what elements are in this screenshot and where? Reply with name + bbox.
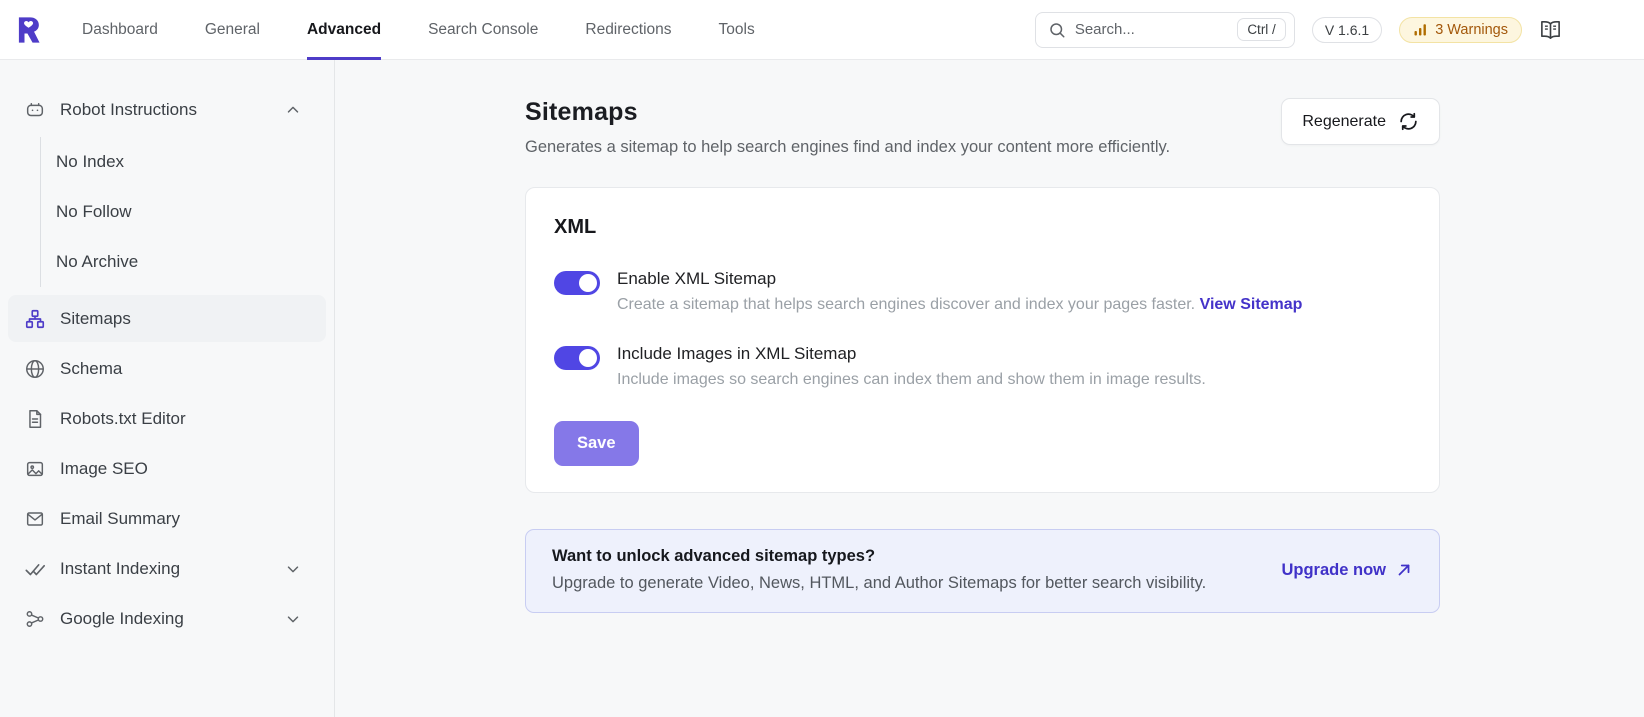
sidebar-item-schema[interactable]: Schema	[8, 345, 326, 392]
sidebar-subitem-no-follow[interactable]: No Follow	[41, 187, 326, 237]
tab-dashboard[interactable]: Dashboard	[82, 0, 158, 60]
sidebar-item-sitemaps[interactable]: Sitemaps	[8, 295, 326, 342]
save-button[interactable]: Save	[554, 421, 639, 466]
setting-label: Enable XML Sitemap	[617, 269, 777, 288]
upgrade-banner-title: Want to unlock advanced sitemap types?	[552, 547, 876, 565]
enable-xml-sitemap-toggle[interactable]	[554, 271, 600, 295]
sidebar-item-label: Google Indexing	[60, 608, 184, 628]
page-description: Generates a sitemap to help search engin…	[525, 138, 1171, 156]
upgrade-now-link[interactable]: Upgrade now	[1281, 561, 1413, 580]
setting-description: Include images so search engines can ind…	[617, 371, 1206, 388]
sitemap-icon	[24, 308, 46, 330]
rank-math-logo-icon[interactable]	[14, 16, 42, 44]
arrow-up-right-icon	[1395, 561, 1413, 579]
document-icon	[24, 408, 46, 430]
view-sitemap-link[interactable]: View Sitemap	[1200, 296, 1303, 313]
sidebar-item-label: Image SEO	[60, 458, 148, 478]
sidebar: Robot Instructions No Index No Follow No…	[0, 60, 335, 717]
globe-icon	[24, 358, 46, 380]
version-badge: V 1.6.1	[1311, 16, 1383, 43]
chevron-down-icon	[284, 560, 302, 578]
main-nav: Dashboard General Advanced Search Consol…	[82, 0, 755, 60]
setting-description: Create a sitemap that helps search engin…	[617, 296, 1196, 313]
sidebar-item-instant-indexing[interactable]: Instant Indexing	[8, 545, 326, 592]
toggle-knob	[579, 349, 597, 367]
search-icon	[1048, 21, 1066, 39]
upgrade-banner: Want to unlock advanced sitemap types? U…	[525, 529, 1440, 613]
signal-bars-icon	[1413, 22, 1428, 37]
mail-icon	[24, 508, 46, 530]
sidebar-item-label: Robots.txt Editor	[60, 408, 186, 428]
tab-search-console[interactable]: Search Console	[428, 0, 538, 60]
regenerate-button-label: Regenerate	[1302, 112, 1386, 130]
sidebar-item-image-seo[interactable]: Image SEO	[8, 445, 326, 492]
include-images-toggle[interactable]	[554, 346, 600, 370]
double-check-icon	[24, 558, 46, 580]
header-actions: Ctrl / V 1.6.1 3 Warnings	[1034, 11, 1562, 48]
sidebar-item-robot-instructions[interactable]: Robot Instructions	[8, 86, 326, 133]
warnings-badge-label: 3 Warnings	[1435, 21, 1508, 38]
search-input[interactable]	[1074, 21, 1238, 38]
sidebar-item-robots-txt-editor[interactable]: Robots.txt Editor	[8, 395, 326, 442]
setting-enable-xml-sitemap: Enable XML Sitemap Create a sitemap that…	[554, 269, 1411, 314]
sidebar-item-email-summary[interactable]: Email Summary	[8, 495, 326, 542]
image-icon	[24, 458, 46, 480]
sidebar-item-label: Schema	[60, 358, 123, 378]
sidebar-subitem-no-index[interactable]: No Index	[41, 137, 326, 187]
chevron-up-icon	[284, 101, 302, 119]
warnings-badge[interactable]: 3 Warnings	[1399, 16, 1522, 43]
tab-redirections[interactable]: Redirections	[585, 0, 671, 60]
sidebar-item-google-indexing[interactable]: Google Indexing	[8, 595, 326, 642]
sidebar-item-label: Email Summary	[60, 508, 180, 528]
robot-icon	[24, 99, 46, 121]
upgrade-now-label: Upgrade now	[1281, 560, 1386, 579]
main-content: Sitemaps Generates a sitemap to help sea…	[335, 60, 1644, 717]
chevron-down-icon	[284, 610, 302, 628]
xml-settings-card: XML Enable XML Sitemap Create a sitemap …	[525, 187, 1440, 493]
robot-instructions-submenu: No Index No Follow No Archive	[40, 137, 326, 287]
top-bar: Dashboard General Advanced Search Consol…	[0, 0, 1644, 60]
tab-tools[interactable]: Tools	[719, 0, 755, 60]
setting-include-images: Include Images in XML Sitemap Include im…	[554, 344, 1411, 389]
upgrade-banner-description: Upgrade to generate Video, News, HTML, a…	[552, 574, 1207, 592]
refresh-icon	[1398, 111, 1419, 132]
card-heading: XML	[554, 216, 597, 238]
search-box[interactable]: Ctrl /	[1034, 11, 1295, 48]
setting-label: Include Images in XML Sitemap	[617, 344, 857, 363]
sidebar-item-label: Instant Indexing	[60, 558, 181, 578]
tab-general[interactable]: General	[205, 0, 260, 60]
toggle-knob	[579, 274, 597, 292]
sidebar-item-label: Sitemaps	[60, 308, 131, 328]
page-title: Sitemaps	[525, 98, 638, 126]
share-network-icon	[24, 608, 46, 630]
tab-advanced[interactable]: Advanced	[306, 0, 382, 60]
documentation-book-icon[interactable]	[1539, 18, 1562, 41]
sidebar-item-label: Robot Instructions	[60, 99, 198, 119]
sidebar-subitem-no-archive[interactable]: No Archive	[41, 237, 326, 287]
regenerate-button[interactable]: Regenerate	[1281, 98, 1440, 145]
search-shortcut-badge: Ctrl /	[1237, 18, 1286, 41]
